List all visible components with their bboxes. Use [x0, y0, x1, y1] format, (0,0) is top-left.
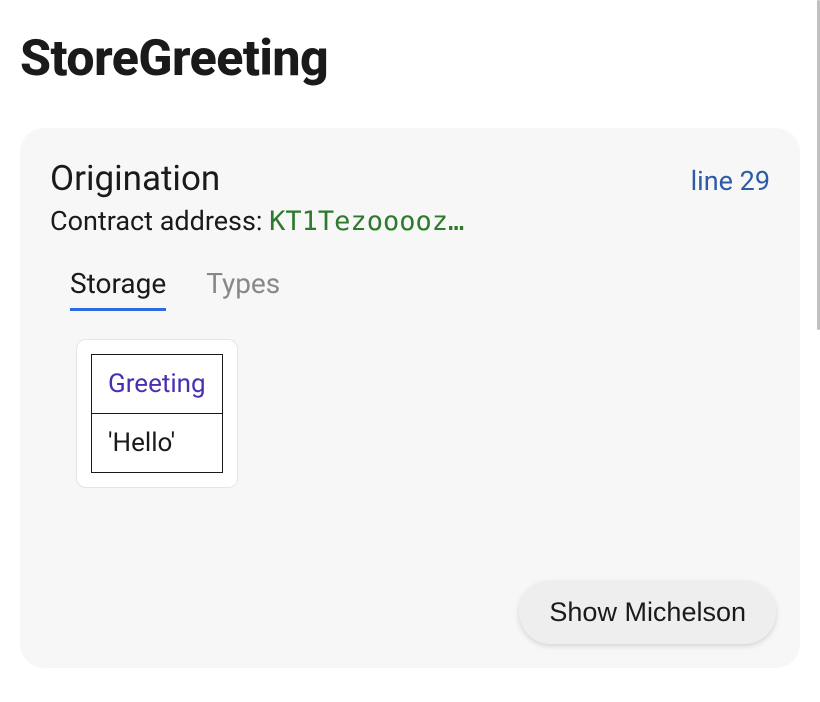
storage-key: Greeting	[92, 355, 223, 414]
contract-address-label: Contract address:	[50, 205, 269, 237]
contract-address-value[interactable]: KT1Tezooooz…	[269, 206, 464, 237]
storage-table: Greeting 'Hello'	[91, 354, 223, 473]
table-row: 'Hello'	[92, 414, 223, 473]
storage-box: Greeting 'Hello'	[76, 339, 238, 488]
page-title: StoreGreeting	[20, 30, 800, 88]
card-title: Origination	[50, 158, 220, 199]
tabs: Storage Types	[50, 267, 770, 311]
origination-card: Origination line 29 Contract address: KT…	[20, 128, 800, 668]
contract-address-row: Contract address: KT1Tezooooz…	[50, 205, 770, 237]
show-michelson-button[interactable]: Show Michelson	[519, 581, 776, 644]
tab-storage[interactable]: Storage	[70, 267, 166, 311]
line-link[interactable]: line 29	[691, 165, 770, 197]
card-header: Origination line 29	[50, 158, 770, 199]
tab-types[interactable]: Types	[206, 267, 280, 311]
storage-value: 'Hello'	[92, 414, 223, 473]
table-row: Greeting	[92, 355, 223, 414]
